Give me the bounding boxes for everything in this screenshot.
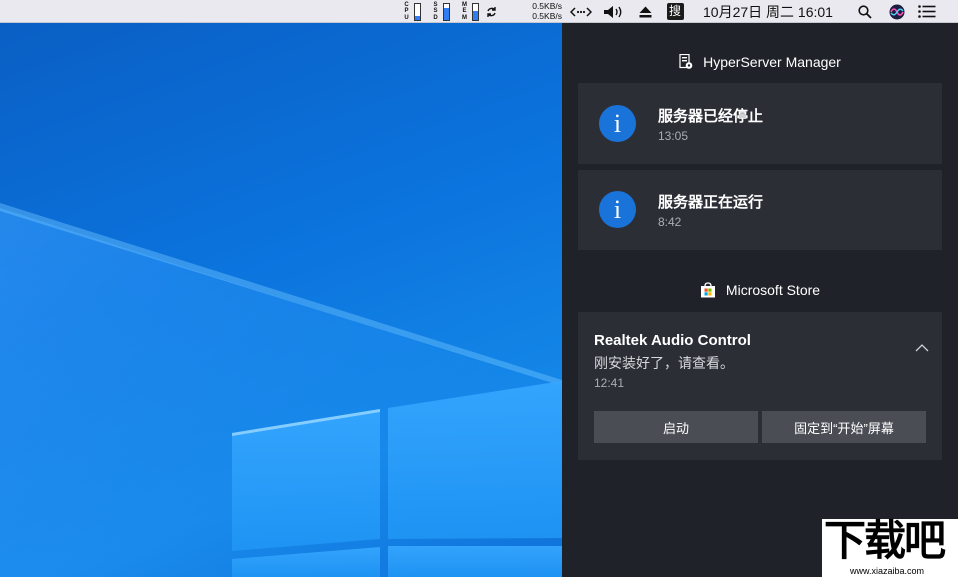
eject-icon[interactable]: [634, 0, 656, 23]
notification-title: Realtek Audio Control: [594, 332, 751, 349]
desktop-wallpaper: [0, 23, 562, 577]
ssd-meter-label: SSD: [433, 2, 438, 21]
pin-to-start-button[interactable]: 固定到“开始”屏幕: [762, 411, 926, 443]
hyperserver-app-icon: [679, 54, 693, 69]
watermark-brand: 下载吧: [824, 516, 946, 565]
windows-logo-wallpaper: [0, 203, 562, 577]
notification-time: 12:41: [594, 376, 625, 390]
mem-meter-fill: [473, 11, 478, 20]
cpu-meter-label: CPU: [404, 2, 409, 21]
mem-meter-label: MEM: [462, 2, 467, 21]
notification-title: 服务器已经停止: [658, 108, 764, 125]
spotlight-search-icon[interactable]: [855, 0, 875, 23]
ssd-meter[interactable]: SSD: [431, 2, 461, 21]
launch-button[interactable]: 启动: [594, 411, 758, 443]
action-center-panel: HyperServer Manager i 服务器已经停止 13:05 i 服务…: [562, 23, 958, 577]
notification-card[interactable]: i 服务器正在运行 8:42: [578, 170, 942, 250]
chevron-up-icon[interactable]: [912, 341, 932, 355]
site-watermark-logo: 下载吧 www.xiazaiba.com: [822, 516, 958, 577]
notification-title: 服务器正在运行: [658, 194, 764, 211]
siri-icon[interactable]: [886, 0, 908, 23]
app-group-name: Microsoft Store: [725, 282, 821, 298]
cpu-meter-fill: [415, 16, 420, 20]
notification-body: 刚安装好了，请查看。: [594, 355, 734, 371]
network-speed[interactable]: 0.5KB/s 0.5KB/s: [518, 1, 562, 21]
notification-card-expanded[interactable]: Realtek Audio Control 刚安装好了，请查看。 12:41 启…: [578, 312, 942, 460]
volume-icon[interactable]: [601, 0, 627, 23]
app-group-name: HyperServer Manager: [703, 54, 841, 70]
sync-icon[interactable]: [484, 0, 498, 23]
app-group-header-hyperserver[interactable]: HyperServer Manager: [562, 50, 958, 74]
info-icon: i: [599, 105, 636, 142]
notification-center-icon[interactable]: [915, 0, 939, 23]
menu-bar: CPU SSD MEM 0.5KB/s 0.5KB/s 搜 10月27日 周二 …: [0, 0, 958, 23]
info-icon: i: [599, 191, 636, 228]
app-group-header-microsoft-store[interactable]: Microsoft Store: [562, 278, 958, 302]
notification-card[interactable]: i 服务器已经停止 13:05: [578, 83, 942, 164]
menubar-clock[interactable]: 10月27日 周二 16:01: [703, 0, 833, 23]
download-speed: 0.5KB/s: [532, 10, 562, 21]
microsoft-store-icon: [700, 282, 715, 298]
cpu-meter[interactable]: CPU: [402, 2, 432, 21]
ssd-meter-fill: [444, 8, 449, 20]
input-method-icon[interactable]: 搜: [665, 0, 685, 23]
network-icon[interactable]: [568, 0, 594, 23]
notification-time: 13:05: [658, 129, 689, 143]
watermark-url: www.xiazaiba.com: [850, 566, 925, 576]
notification-time: 8:42: [658, 215, 682, 229]
